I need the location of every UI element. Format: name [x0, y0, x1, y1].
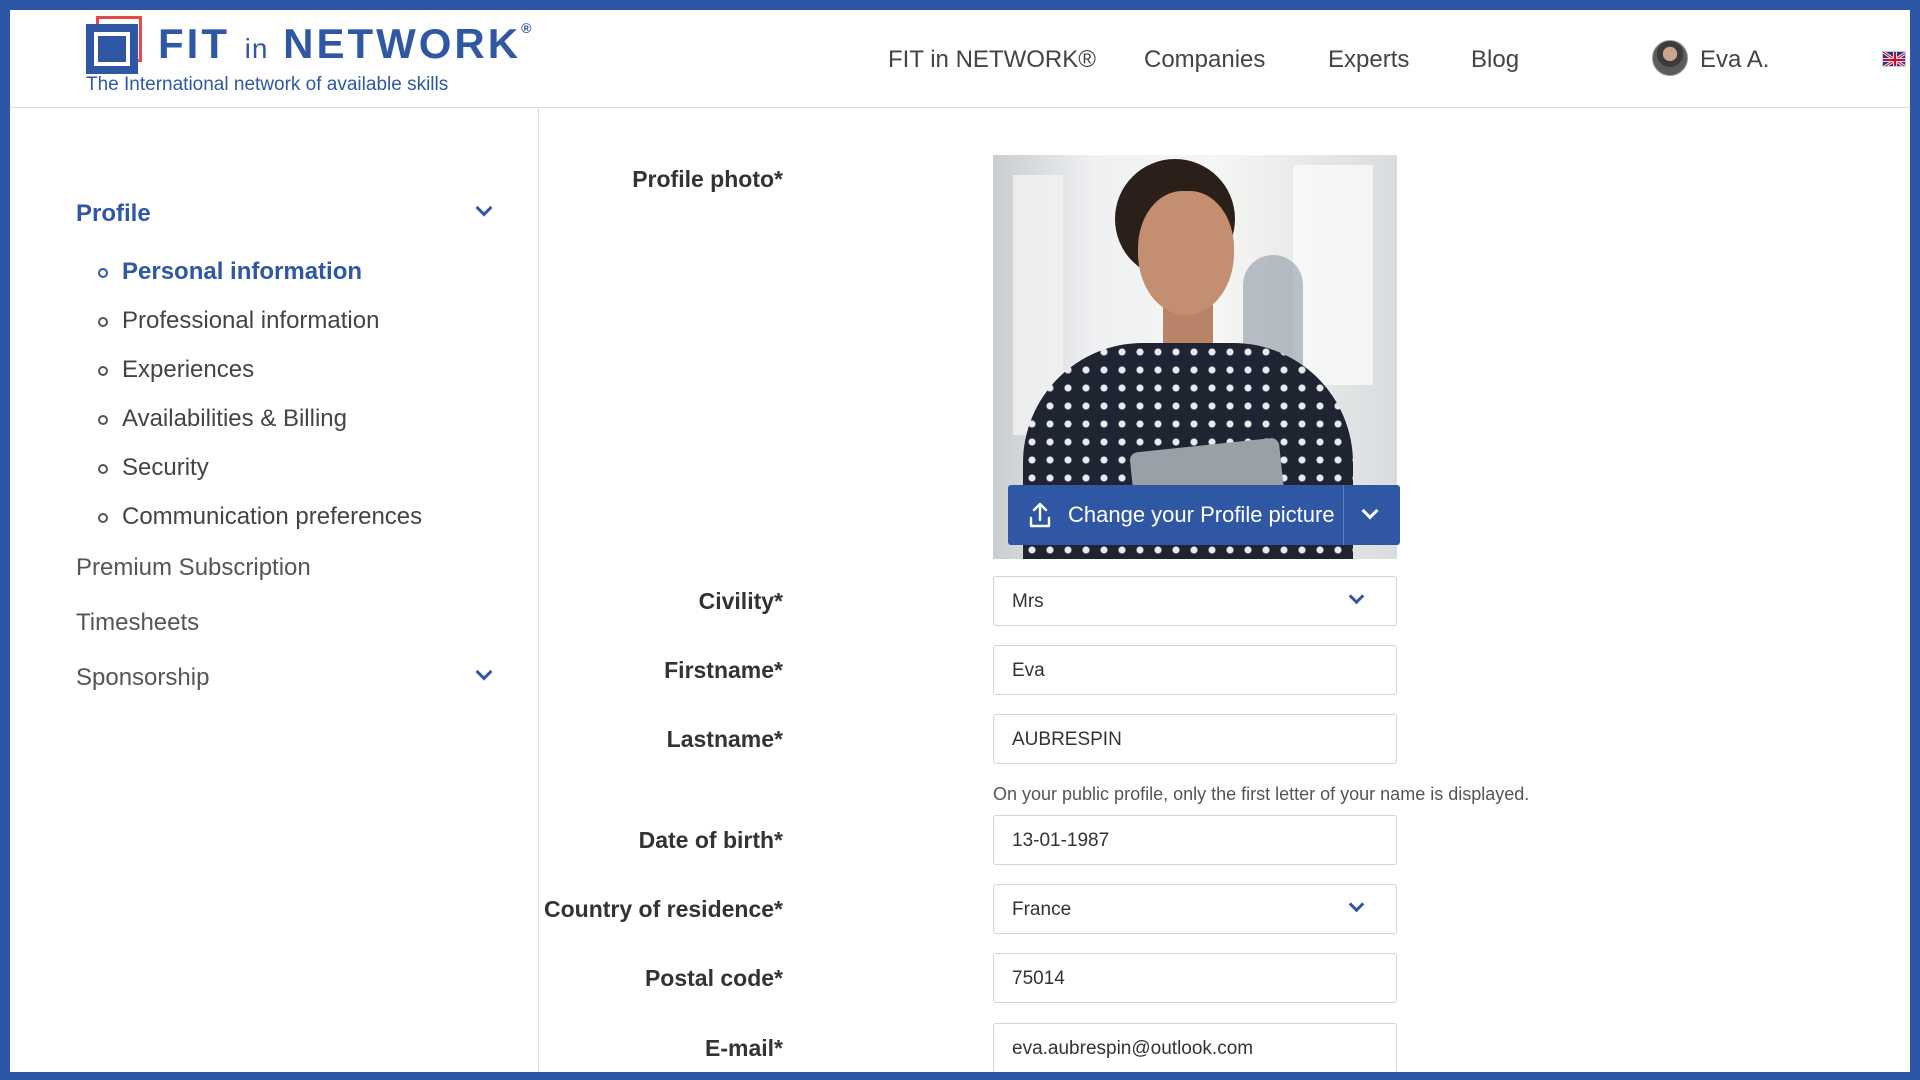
bullet-icon — [98, 268, 108, 278]
logo-word-fit: FIT — [158, 20, 230, 67]
chevron-down-icon — [1348, 896, 1365, 913]
email-label: E-mail* — [705, 1035, 783, 1061]
nav-item-fit-in-network[interactable]: FIT in NETWORK® — [888, 46, 1096, 74]
brand-logo[interactable]: FIT in NETWORK® The International networ… — [86, 12, 546, 102]
user-name[interactable]: Eva A. — [1700, 46, 1769, 74]
chevron-down-icon[interactable] — [475, 663, 493, 681]
postal-code-value: 75014 — [1012, 968, 1065, 989]
postal-code-input[interactable]: 75014 — [993, 953, 1397, 1003]
change-profile-picture-button[interactable]: Change your Profile picture — [1008, 485, 1400, 545]
logo-wordmark: FIT in NETWORK® — [158, 20, 534, 68]
logo-word-network: NETWORK — [283, 20, 522, 67]
sidebar-section-premium-subscription[interactable]: Premium Subscription — [76, 554, 311, 582]
lastname-value: AUBRESPIN — [1012, 729, 1122, 750]
uk-flag-icon[interactable] — [1882, 51, 1906, 67]
nav-item-companies[interactable]: Companies — [1144, 46, 1265, 74]
email-value: eva.aubrespin@outlook.com — [1012, 1038, 1254, 1059]
date-of-birth-input[interactable]: 13-01-1987 — [993, 815, 1397, 865]
top-header: FIT in NETWORK® The International networ… — [10, 10, 1910, 108]
sidebar-section-timesheets[interactable]: Timesheets — [76, 609, 199, 637]
sidebar-item-label: Experiences — [122, 356, 255, 383]
logo-square-icon — [86, 16, 144, 74]
date-of-birth-value: 13-01-1987 — [1012, 830, 1110, 851]
bullet-icon — [98, 513, 108, 523]
change-profile-picture-label: Change your Profile picture — [1068, 502, 1335, 527]
settings-sidebar: Profile Personal information Professiona… — [10, 108, 539, 1072]
logo-registered-mark: ® — [521, 20, 535, 36]
bullet-icon — [98, 464, 108, 474]
chevron-down-icon[interactable] — [475, 199, 493, 217]
bullet-icon — [98, 366, 108, 376]
country-select[interactable]: France — [993, 884, 1397, 934]
country-value: France — [1012, 899, 1072, 920]
avatar[interactable] — [1652, 40, 1688, 76]
app-frame: FIT in NETWORK® The International networ… — [10, 10, 1910, 1072]
sidebar-item-label: Professional information — [122, 307, 380, 334]
logo-word-in: in — [244, 33, 269, 64]
profile-photo-label: Profile photo* — [632, 166, 783, 192]
sidebar-section-profile[interactable]: Profile — [76, 200, 151, 228]
postal-code-label: Postal code* — [644, 965, 783, 991]
email-field[interactable]: eva.aubrespin@outlook.com — [993, 1023, 1397, 1072]
country-label: Country of residence* — [544, 896, 783, 922]
button-divider — [1343, 485, 1344, 545]
lastname-label: Lastname* — [666, 726, 783, 752]
sidebar-item-label: Personal information — [122, 258, 363, 285]
bullet-icon — [98, 317, 108, 327]
firstname-label: Firstname* — [664, 657, 783, 683]
firstname-input[interactable]: Eva — [993, 645, 1397, 695]
sidebar-item-label: Communication preferences — [122, 503, 423, 530]
brand-tagline: The International network of available s… — [86, 74, 449, 95]
sidebar-section-sponsorship[interactable]: Sponsorship — [76, 664, 209, 692]
lastname-input[interactable]: AUBRESPIN — [993, 714, 1397, 764]
civility-label: Civility* — [698, 588, 783, 614]
civility-select[interactable]: Mrs — [993, 576, 1397, 626]
firstname-value: Eva — [1012, 660, 1045, 681]
chevron-down-icon[interactable] — [1361, 502, 1379, 520]
chevron-down-icon — [1348, 588, 1365, 605]
civility-value: Mrs — [1012, 591, 1044, 612]
sidebar-item-label: Security — [122, 454, 209, 481]
upload-icon — [1029, 502, 1051, 528]
nav-item-blog[interactable]: Blog — [1471, 46, 1519, 74]
nav-item-experts[interactable]: Experts — [1328, 46, 1409, 74]
date-of-birth-label: Date of birth* — [638, 827, 783, 853]
sidebar-item-label: Availabilities & Billing — [122, 405, 347, 432]
bullet-icon — [98, 415, 108, 425]
lastname-hint: On your public profile, only the first l… — [993, 784, 1530, 804]
